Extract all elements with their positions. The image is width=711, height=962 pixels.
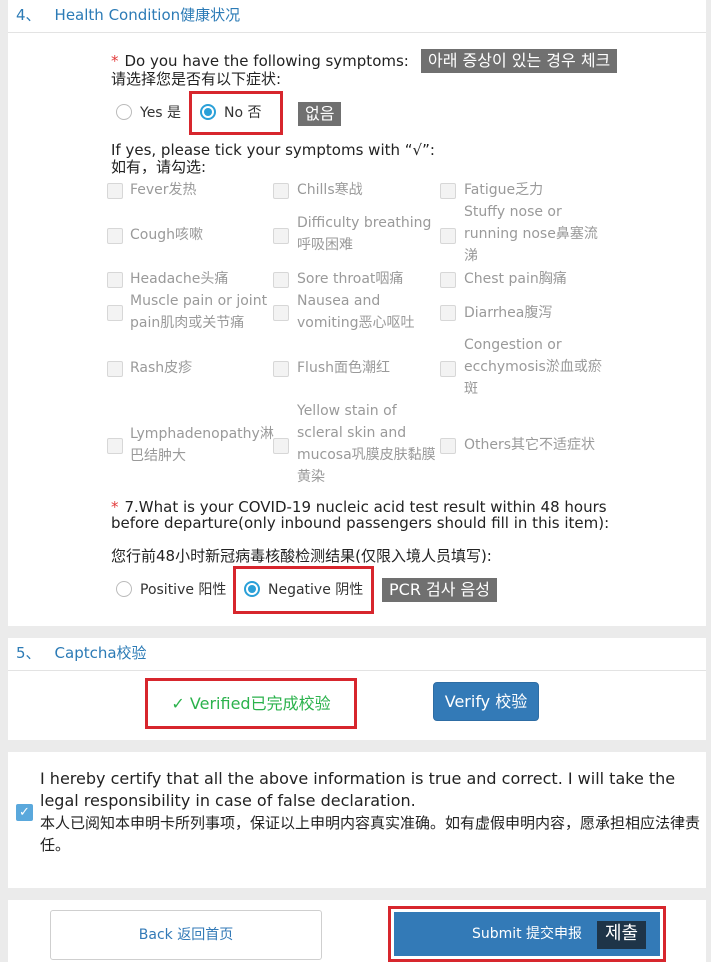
checkbox-stuffy-nose[interactable] — [440, 228, 456, 244]
checkbox-fatigue[interactable] — [440, 183, 456, 199]
symptom-label-others: Others其它不适症状 — [464, 437, 596, 453]
checkbox-headache[interactable] — [107, 272, 123, 288]
symptom-label-difficulty-breathing: Difficulty breathing呼吸困难 — [297, 215, 432, 253]
actions-panel: Back 返回首页 Submit 提交申报 제출 — [8, 900, 706, 962]
no-annotation: 없음 — [298, 102, 342, 126]
checkbox-yellow-stain[interactable] — [273, 438, 289, 454]
certification-text-en: I hereby certify that all the above info… — [40, 769, 676, 810]
certification-text: I hereby certify that all the above info… — [40, 768, 700, 856]
back-button[interactable]: Back 返回首页 — [50, 910, 322, 960]
symptoms-question: * Do you have the following symptoms: — [111, 53, 409, 69]
tick-prompt-en: If yes, please tick your symptoms with “… — [111, 141, 435, 159]
radio-circle-selected — [244, 581, 260, 597]
symptoms-annotation: 아래 증상이 있는 경우 체크 — [421, 49, 618, 73]
pcr-question: * 7.What is your COVID-19 nucleic acid te… — [111, 499, 611, 531]
checkbox-others[interactable] — [440, 438, 456, 454]
certify-checkbox[interactable]: ✓ — [16, 804, 33, 821]
verify-button[interactable]: Verify 校验 — [433, 682, 539, 721]
symptom-label-headache: Headache头痛 — [130, 271, 229, 287]
symptom-label-flush: Flush面色潮红 — [297, 360, 390, 376]
checkbox-chest-pain[interactable] — [440, 272, 456, 288]
checkbox-flush[interactable] — [273, 361, 289, 377]
certification-panel: ✓ I hereby certify that all the above in… — [8, 752, 706, 888]
checkbox-diarrhea[interactable] — [440, 305, 456, 321]
symptom-label-yellow-stain: Yellow stain of scleral skin and mucosa巩… — [297, 403, 436, 485]
symptom-label-diarrhea: Diarrhea腹泻 — [464, 305, 553, 321]
symptom-label-congestion: Congestion or ecchymosis淤血或瘀斑 — [464, 337, 602, 397]
tick-prompt-zh: 如有，请勾选: — [111, 158, 207, 176]
section-number: 4、 — [16, 6, 41, 24]
radio-circle-selected — [200, 104, 216, 120]
radio-label-yes: Yes 是 — [140, 105, 182, 121]
pcr-question-en: 7.What is your COVID-19 nucleic acid tes… — [111, 498, 610, 532]
symptom-label-sore-throat: Sore throat咽痛 — [297, 271, 404, 287]
captcha-panel: 5、 Captcha校验 ✓ Verified已完成校验 Verify 校验 — [8, 638, 706, 740]
section-header-health: 4、 Health Condition健康状况 — [8, 0, 706, 33]
symptom-label-fever: Fever发热 — [130, 182, 197, 198]
checkbox-muscle-pain[interactable] — [107, 305, 123, 321]
checkbox-chills[interactable] — [273, 183, 289, 199]
checkbox-rash[interactable] — [107, 361, 123, 377]
checkbox-difficulty-breathing[interactable] — [273, 228, 289, 244]
checkbox-congestion[interactable] — [440, 361, 456, 377]
checkbox-sore-throat[interactable] — [273, 272, 289, 288]
health-condition-panel: 4、 Health Condition健康状况 * Do you have the … — [8, 0, 706, 626]
checkbox-lymphadenopathy[interactable] — [107, 438, 123, 454]
symptom-label-fatigue: Fatigue乏力 — [464, 182, 544, 198]
symptom-label-cough: Cough咳嗽 — [130, 227, 203, 243]
required-mark: * — [111, 52, 119, 70]
symptom-label-lymphadenopathy: Lymphadenopathy淋巴结肿大 — [130, 426, 274, 464]
submit-annotation: 제출 — [597, 921, 647, 949]
checkbox-nausea[interactable] — [273, 305, 289, 321]
symptom-label-muscle-pain: Muscle pain or joint pain肌肉或关节痛 — [130, 293, 268, 331]
radio-pcr-positive[interactable]: Positive 阳性 — [116, 579, 226, 599]
checkbox-fever[interactable] — [107, 183, 123, 199]
radio-pcr-negative[interactable]: Negative 阴性 — [244, 579, 363, 599]
section-title: Health Condition健康状况 — [54, 6, 241, 24]
symptom-label-nausea: Nausea and vomiting恶心呕吐 — [297, 293, 415, 331]
symptoms-question-en: Do you have the following symptoms: — [124, 52, 409, 70]
section-number: 5、 — [16, 644, 41, 662]
symptom-label-chills: Chills寒战 — [297, 182, 363, 198]
section-header-captcha: 5、 Captcha校验 — [8, 638, 706, 671]
symptom-label-rash: Rash皮疹 — [130, 360, 193, 376]
symptoms-question-zh: 请选择您是否有以下症状: — [111, 70, 282, 88]
pcr-annotation: PCR 검사 음성 — [382, 578, 497, 602]
certification-text-zh: 本人已阅知本申明卡所列事项，保证以上申明内容真实准确。如有虚假申明内容，愿承担相… — [40, 814, 701, 854]
radio-circle — [116, 581, 132, 597]
symptom-label-stuffy-nose: Stuffy nose or running nose鼻塞流涕 — [464, 204, 598, 264]
highlight-submit: Submit 提交申报 제출 — [388, 906, 666, 962]
captcha-verified-status: ✓ Verified已完成校验 — [145, 678, 357, 729]
radio-label-negative: Negative 阴性 — [268, 582, 364, 598]
symptom-label-chest-pain: Chest pain胸痛 — [464, 271, 567, 287]
radio-label-no: No 否 — [224, 105, 262, 121]
radio-symptoms-no[interactable]: No 否 — [200, 102, 262, 122]
section-title: Captcha校验 — [54, 644, 147, 662]
radio-label-positive: Positive 阳性 — [140, 582, 227, 598]
pcr-question-zh: 您行前48小时新冠病毒核酸检测结果(仅限入境人员填写): — [111, 547, 492, 565]
radio-symptoms-yes[interactable]: Yes 是 — [116, 102, 181, 122]
radio-circle — [116, 104, 132, 120]
checkbox-cough[interactable] — [107, 228, 123, 244]
